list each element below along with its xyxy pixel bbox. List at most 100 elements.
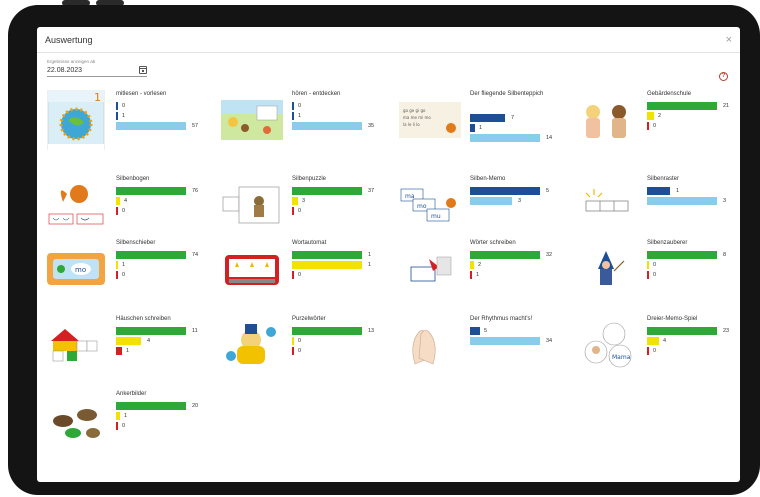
result-bar-yellow [116,412,120,420]
date-value: 22.08.2023 [47,66,83,74]
help-icon[interactable]: ? [719,72,728,81]
result-bar-red [292,347,294,355]
exercise-title: Silbenpuzzle [292,176,327,182]
exercise-thumbnail[interactable] [45,175,107,235]
result-bar-red [292,207,294,215]
result-bar-yellow [647,261,649,269]
result-bar-light [292,122,362,130]
result-bar-yellow [116,337,141,345]
result-count: 0 [653,348,657,354]
result-count: 57 [192,123,199,129]
calendar-icon[interactable] [139,66,147,74]
exercise-tile[interactable]: Wörter schreiben 32 2 1 [399,239,564,304]
exercise-tile[interactable]: ga ge gi go ma me mi mo la le li lo Der fli… [399,90,564,155]
result-count: 7 [511,115,515,121]
exercise-tile[interactable]: Der Rhythmus macht's! 5 34 [399,315,564,380]
result-count: 0 [653,262,657,268]
result-bar-light [470,197,512,205]
result-bar-green [292,327,362,335]
result-bar-green [470,251,540,259]
result-bar-blue [470,327,480,335]
exercise-title: Silbenschieber [116,240,156,246]
exercise-thumbnail[interactable] [576,90,638,150]
exercise-thumbnail[interactable] [399,315,461,375]
exercise-thumbnail[interactable] [221,315,283,375]
result-bar-red [647,122,649,130]
result-count: 4 [124,198,128,204]
result-count: 0 [122,423,126,429]
exercise-thumbnail[interactable]: 1 [45,90,107,150]
exercise-tile[interactable]: mo Silbenschieber 74 1 0 [45,239,210,304]
exercise-tile[interactable]: hören - entdecken 0 1 35 [221,90,386,155]
result-count: 5 [484,328,488,334]
result-count: 4 [147,338,151,344]
exercise-thumbnail[interactable] [399,239,461,299]
dialog-title: Auswertung [45,34,93,45]
exercise-thumbnail[interactable] [45,390,107,450]
exercise-title: Der Rhythmus macht's! [470,316,533,322]
result-count: 13 [368,328,375,334]
exercise-title: Silbenzauberer [647,240,688,246]
exercise-tile[interactable]: Purzelwörter 13 0 0 [221,315,386,380]
result-count: 0 [122,103,126,109]
exercise-tile[interactable]: ma mo mu Silben-Memo 5 3 [399,175,564,240]
result-count: 2 [658,113,662,119]
exercise-tile[interactable]: Silbenraster 1 3 [576,175,740,240]
result-count: 0 [122,272,126,278]
exercise-tile[interactable]: Silbenpuzzle 37 3 0 [221,175,386,240]
tablet-frame: Auswertung × Ergebnisse anzeigen ab 22.0… [0,0,760,497]
result-bar-blue [470,114,505,122]
exercise-thumbnail[interactable] [221,239,283,299]
exercise-title: Dreier-Memo-Spiel [647,316,698,322]
exercise-thumbnail[interactable] [221,175,283,235]
date-filter-label: Ergebnisse anzeigen ab [47,59,96,64]
result-bar-red [292,271,294,279]
date-input[interactable]: 22.08.2023 [47,66,147,77]
result-count: 1 [676,188,680,194]
date-filter[interactable]: Ergebnisse anzeigen ab 22.08.2023 [47,59,147,77]
close-icon[interactable]: × [726,34,732,46]
result-count: 0 [653,123,657,129]
exercise-title: Gebärdenschule [647,91,692,97]
exercise-title: mitlesen - vorlesen [116,91,167,97]
result-bar-blue [647,187,670,195]
result-count: 0 [298,348,302,354]
exercise-tile[interactable]: Häuschen schreiben 11 4 1 [45,315,210,380]
result-count: 8 [723,252,727,258]
exercise-thumbnail[interactable]: mo [45,239,107,299]
exercise-tile[interactable]: 1 mitlesen - vorlesen 0 1 57 [45,90,210,155]
exercise-thumbnail[interactable] [45,315,107,375]
exercise-tile[interactable]: Silbenbogen 76 4 0 [45,175,210,240]
exercise-tile[interactable]: Gebärdenschule 21 2 0 [576,90,740,155]
result-bar-green [647,251,717,259]
exercise-tile[interactable]: Ankerbilder 20 1 0 [45,390,210,455]
result-bar-red [116,347,122,355]
exercise-title: Silbenraster [647,176,680,182]
exercise-thumbnail[interactable] [221,90,283,150]
result-bar-blue [470,187,540,195]
result-count: 0 [298,338,302,344]
svg-text:1: 1 [94,91,101,104]
result-count: 1 [368,252,372,258]
exercise-title: Silbenbogen [116,176,150,182]
result-count: 1 [368,262,372,268]
result-count: 3 [302,198,306,204]
svg-text:mo: mo [75,266,86,274]
exercise-thumbnail[interactable]: Mama [576,315,638,375]
exercise-tile[interactable]: Mama Dreier-Memo-Spiel 23 4 0 [576,315,740,380]
exercise-tile[interactable]: Silbenzauberer 8 0 0 [576,239,740,304]
exercise-tile[interactable]: Wortautomat 1 1 0 [221,239,386,304]
result-count: 1 [479,125,483,131]
result-bar-blue [292,102,294,110]
result-bar-yellow [292,261,362,269]
result-bar-yellow [116,261,118,269]
exercise-thumbnail[interactable]: ga ge gi go ma me mi mo la le li lo [399,90,461,150]
result-bar-yellow [470,261,474,269]
result-count: 76 [192,188,199,194]
result-count: 1 [124,413,128,419]
result-count: 35 [368,123,375,129]
exercise-thumbnail[interactable] [576,239,638,299]
exercise-thumbnail[interactable] [576,175,638,235]
result-bar-green [292,251,362,259]
exercise-thumbnail[interactable]: ma mo mu [399,175,461,235]
